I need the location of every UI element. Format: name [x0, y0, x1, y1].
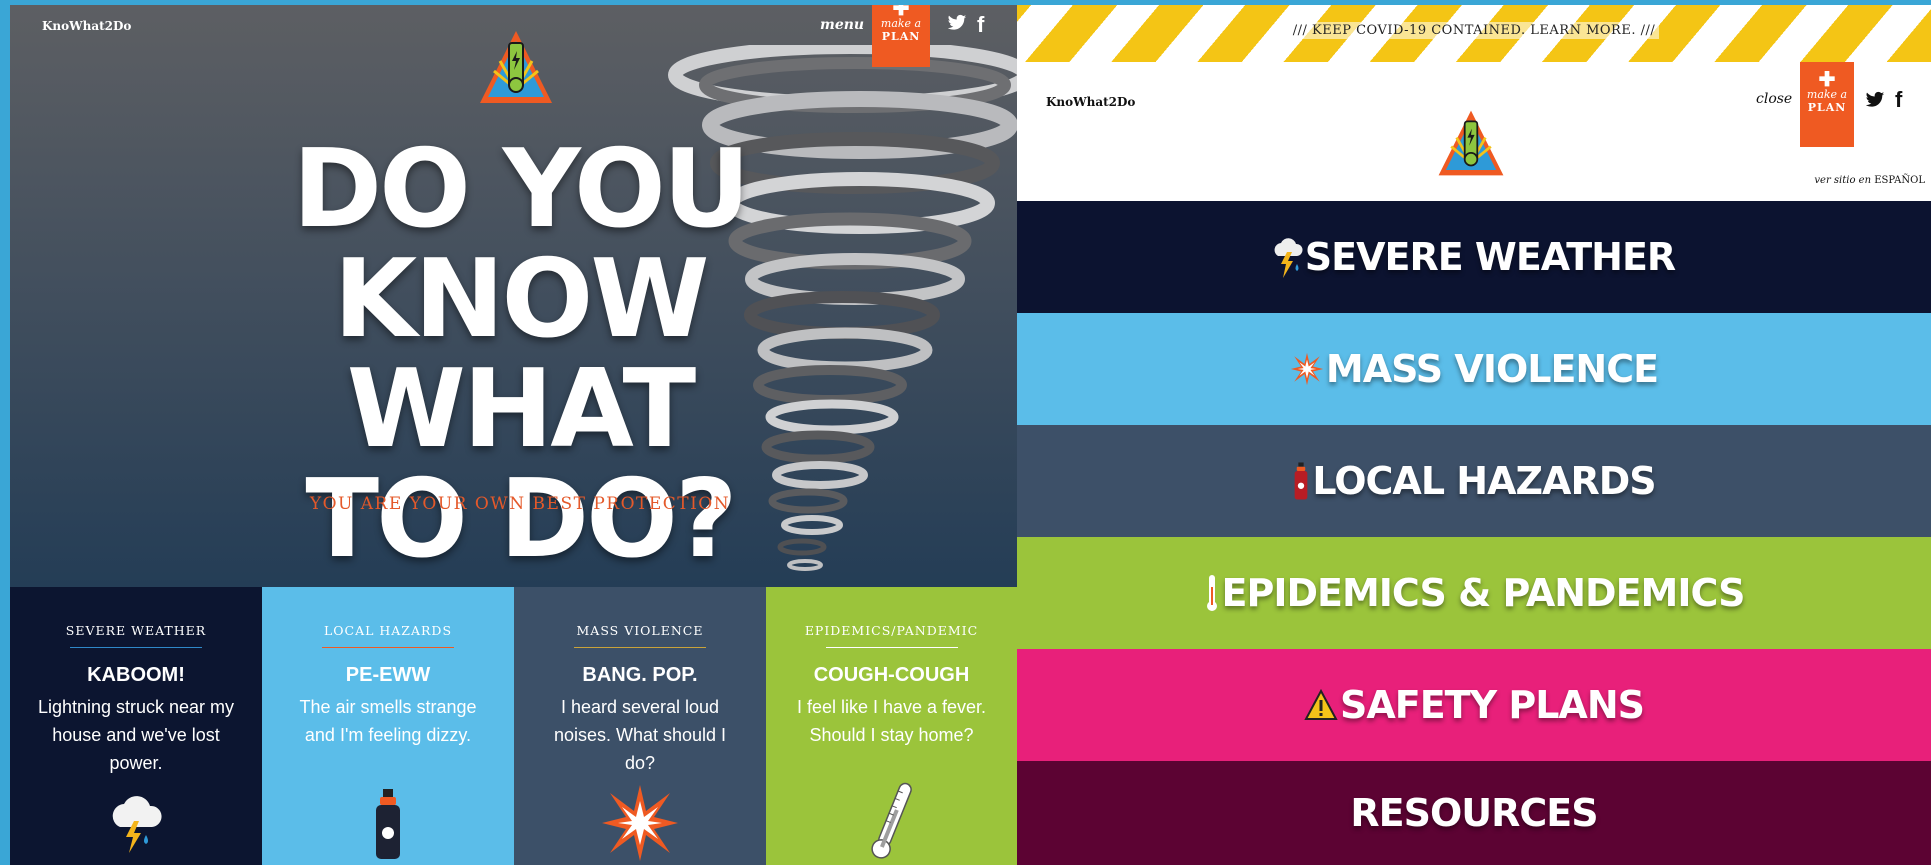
thermometer-icon [1206, 575, 1217, 611]
hero-tagline: YOU ARE YOUR OWN BEST PROTECTION [309, 494, 731, 514]
plan-button-line2: PLAN [1807, 101, 1847, 114]
close-link[interactable]: close [1756, 91, 1792, 107]
card-body: Lightning struck near my house and we've… [37, 697, 235, 773]
thermometer-icon [870, 782, 912, 859]
nav-epidemics-pandemics[interactable]: EPIDEMICS & PANDEMICS [1017, 537, 1931, 649]
nav-label: MASS VIOLENCE [1325, 347, 1659, 391]
hero-title-line-3: TO DO? [305, 457, 737, 582]
card-heading: COUGH-COUGH [813, 664, 970, 686]
covid-banner-label: /// KEEP COVID-19 CONTAINED. LEARN MORE.… [1288, 22, 1660, 39]
nav-label: EPIDEMICS & PANDEMICS [1221, 571, 1746, 615]
knowwhat2do-logo-icon[interactable] [1435, 103, 1507, 183]
twitter-icon[interactable] [1865, 91, 1885, 109]
card-category: LOCAL HAZARDS [323, 623, 453, 638]
card-body: The air smells strange and I'm feeling d… [299, 697, 477, 745]
spray-can-icon [376, 789, 400, 859]
card-category: EPIDEMICS/PANDEMIC [804, 623, 979, 638]
make-a-plan-button[interactable]: ✚ make a PLAN [872, 5, 930, 67]
card-category: MASS VIOLENCE [576, 623, 704, 638]
brand-logo-text[interactable]: KnoWhat2Do [1046, 95, 1135, 109]
storm-cloud-icon [1274, 238, 1303, 278]
plus-icon: ✚ [1818, 67, 1836, 91]
menu-link[interactable]: menu [820, 17, 864, 33]
language-prefix: ver sitio en [1814, 175, 1872, 186]
card-mass-violence[interactable]: MASS VIOLENCE BANG. POP. I heard several… [514, 587, 766, 865]
explosion-icon [602, 785, 678, 861]
card-divider [825, 647, 958, 648]
card-heading: PE-EWW [345, 664, 431, 686]
card-heading: KABOOM! [87, 664, 185, 686]
knowwhat2do-logo-icon[interactable] [476, 27, 556, 107]
card-heading: BANG. POP. [582, 664, 698, 686]
nav-label: SEVERE WEATHER [1304, 235, 1676, 279]
card-body: I feel like I have a fever. Should I sta… [796, 697, 987, 745]
covid-banner-text[interactable]: /// KEEP COVID-19 CONTAINED. LEARN MORE.… [1017, 22, 1931, 39]
plan-button-line1: make a [1806, 88, 1848, 101]
card-body: I heard several loud noises. What should… [553, 697, 727, 773]
nav-safety-plans[interactable]: SAFETY PLANS [1017, 649, 1931, 761]
language-switch[interactable]: ver sitio en ESPAÑOL [1814, 175, 1925, 186]
plan-button-line1: make a [880, 17, 922, 30]
hero-title-line-1: DO YOU [292, 127, 751, 252]
plus-icon: ✚ [892, 5, 910, 20]
nav-label: SAFETY PLANS [1339, 683, 1645, 727]
warning-icon [1304, 689, 1338, 720]
card-severe-weather[interactable]: SEVERE WEATHER KABOOM! Lightning struck … [10, 587, 262, 865]
nav-label: RESOURCES [1350, 791, 1598, 835]
hero-section: KnoWhat2Do menu ✚ make a PLAN f DO YOU K… [10, 5, 1017, 587]
card-local-hazards[interactable]: LOCAL HAZARDS PE-EWW The air smells stra… [262, 587, 514, 865]
nav-resources[interactable]: RESOURCES [1017, 761, 1931, 865]
explosion-icon [1290, 352, 1324, 386]
nav-label: LOCAL HAZARDS [1312, 459, 1656, 503]
card-divider [322, 647, 454, 648]
storm-cloud-icon [112, 796, 162, 853]
hero-title-line-2: KNOW WHAT [333, 237, 709, 472]
card-divider [574, 647, 706, 648]
home-screen: KnoWhat2Do menu ✚ make a PLAN f DO YOU K… [10, 5, 1017, 865]
twitter-icon[interactable] [947, 14, 967, 32]
facebook-icon[interactable]: f [1895, 87, 1902, 113]
card-category: SEVERE WEATHER [65, 623, 207, 638]
brand-logo-text[interactable]: KnoWhat2Do [42, 19, 131, 33]
menu-screen: /// KEEP COVID-19 CONTAINED. LEARN MORE.… [1017, 5, 1931, 865]
plan-button-line2: PLAN [881, 30, 921, 43]
spray-can-icon [1295, 462, 1308, 500]
nav-severe-weather[interactable]: SEVERE WEATHER [1017, 201, 1931, 313]
card-epidemics-pandemic[interactable]: EPIDEMICS/PANDEMIC COUGH-COUGH I feel li… [766, 587, 1017, 865]
card-divider [70, 647, 202, 648]
language-label: ESPAÑOL [1874, 175, 1925, 186]
facebook-icon[interactable]: f [977, 12, 984, 38]
make-a-plan-button[interactable]: ✚ make a PLAN [1800, 62, 1854, 147]
nav-local-hazards[interactable]: LOCAL HAZARDS [1017, 425, 1931, 537]
nav-mass-violence[interactable]: MASS VIOLENCE [1017, 313, 1931, 425]
